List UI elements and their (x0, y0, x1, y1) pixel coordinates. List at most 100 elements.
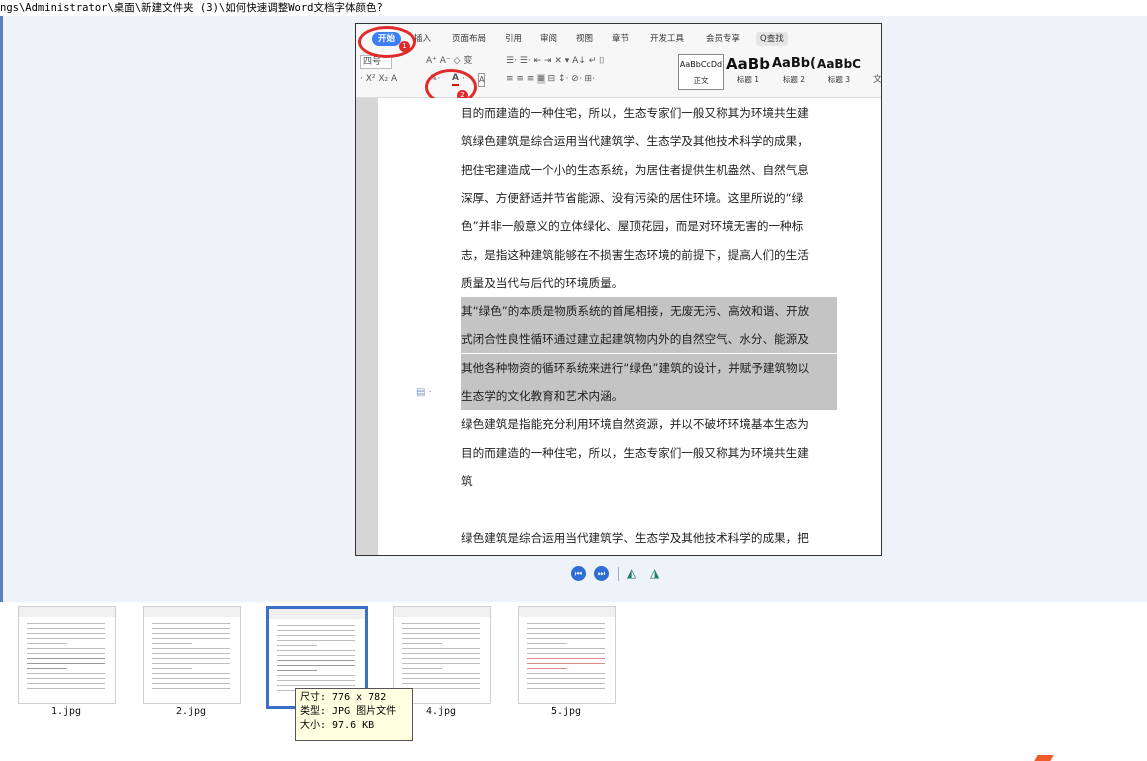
thumbnail-text-line (152, 638, 230, 639)
thumbnail-text-line (527, 658, 605, 659)
document-line: 绿色建筑是综合运用当代建筑学、生态学及其他技术科学的成果，把 (461, 530, 809, 545)
tooltip-filesize: 大小: 97.6 KB (300, 720, 375, 731)
thumbnail-text-line (152, 663, 230, 664)
thumbnail-text-line (402, 678, 480, 679)
thumbnail-text-line (277, 625, 355, 626)
thumbnail-text-line (152, 653, 230, 654)
file-path-bar: ngs\Administrator\桌面\新建文件夹 (3)\如何快速调整Wor… (0, 0, 1147, 16)
document-line: 质量及当代与后代的环境质量。 (461, 275, 624, 290)
file-info-tooltip: 尺寸: 776 x 782 类型: JPG 图片文件 大小: 97.6 KB (295, 688, 413, 741)
thumbnail-text-line (402, 643, 442, 644)
tab-view[interactable]: 视图 (576, 32, 593, 46)
tab-insert[interactable]: 插入 (414, 32, 431, 46)
thumbnail-text-line (277, 665, 355, 666)
thumbnail-text-line (402, 658, 480, 659)
superscript-icon[interactable]: · X² X₂ A (360, 73, 397, 85)
next-image-icon[interactable]: ⏭ (594, 566, 609, 581)
thumbnail-text-line (152, 683, 230, 684)
thumbnail-text-line (527, 668, 567, 669)
style-heading-3[interactable]: AaBbC 标题 3 (817, 54, 861, 88)
thumbnail-ribbon (269, 609, 365, 619)
tab-review[interactable]: 审阅 (540, 32, 557, 46)
thumbnail-text-line (527, 623, 605, 624)
thumbnail-label[interactable]: 1.jpg (18, 706, 114, 717)
thumbnail-text-line (27, 633, 105, 634)
style-heading-2[interactable]: AaBb( 标题 2 (772, 54, 816, 88)
style-heading-1[interactable]: AaBb 标题 1 (725, 54, 771, 88)
thumbnail-1[interactable] (18, 606, 116, 704)
thumbnail-text-line (277, 650, 355, 651)
thumbnail-text-line (27, 638, 105, 639)
thumbnail-ribbon (519, 607, 615, 617)
thumbnail-text-line (277, 670, 317, 671)
document-line: 筑绿色建筑是综合运用当代建筑学、生态学及其他技术科学的成果， (461, 134, 809, 149)
thumbnail-text-line (27, 673, 105, 674)
thumbnail-text-line (152, 668, 192, 669)
thumbnail-text-line (402, 648, 480, 649)
thumbnail-text-line (402, 663, 480, 664)
tab-layout[interactable]: 页面布局 (452, 32, 486, 46)
rotate-left-icon[interactable]: ◭ (627, 566, 636, 580)
thumbnail-text-line (527, 683, 605, 684)
tab-developer[interactable]: 开发工具 (650, 32, 684, 46)
document-line: 其他各种物资的循环系统来进行“绿色”建筑的设计，并赋予建筑物以 (461, 353, 837, 382)
paragraph-handle-icon[interactable]: ▤ · (416, 387, 432, 398)
thumbnail-text-line (27, 643, 67, 644)
document-line: 其“绿色”的本质是物质系统的首尾相接，无废无污、高效和谐、开放 (461, 297, 837, 326)
thumbnail-text-line (402, 688, 480, 689)
tab-references[interactable]: 引用 (505, 32, 522, 46)
thumbnail-text-line (527, 633, 605, 634)
style-normal[interactable]: AaBbCcDd 正文 (678, 54, 724, 90)
char-border-icon[interactable]: A (478, 73, 486, 87)
thumbnail-text-line (527, 643, 567, 644)
thumbnail-text-line (152, 633, 230, 634)
tooltip-size: 尺寸: 776 x 782 (300, 692, 387, 703)
thumbnail-text-line (152, 648, 230, 649)
tooltip-type: 类型: JPG 图片文件 (300, 706, 397, 717)
thumbnail-text-line (152, 673, 230, 674)
thumbnail-text-line (27, 668, 67, 669)
align-icons[interactable]: ≡ ≡ ≡ ≡ ⊟ ↕· ⊘· ⊞· (506, 73, 595, 85)
font-grow-icon[interactable]: A⁺ A⁻ ◇ 变 (426, 55, 472, 67)
document-line: 目的而建造的一种住宅，所以，生态专家们一般又称其为环境共生建 (461, 106, 809, 120)
thumbnail-text-line (152, 688, 230, 689)
more-styles-button[interactable]: 文 (873, 74, 881, 86)
thumbnail-label[interactable]: 2.jpg (143, 706, 239, 717)
thumbnail-text-line (402, 673, 480, 674)
thumbnail-text-line (527, 678, 605, 679)
list-icons[interactable]: ☰· ☰· ⇤ ⇥ ✕ ▾ A↓ ↵ ⌷ (506, 55, 605, 67)
thumbnail-label[interactable]: 5.jpg (518, 706, 614, 717)
thumbnail-text-line (527, 638, 605, 639)
thumbnail-text-line (27, 623, 105, 624)
thumbnail-text-line (527, 663, 605, 664)
thumbnail-text-line (27, 678, 105, 679)
page-margin (356, 98, 378, 555)
thumbnail-text-line (402, 633, 480, 634)
thumbnail-text-line (527, 648, 605, 649)
thumbnail-text-line (527, 628, 605, 629)
tab-member[interactable]: 会员专享 (706, 32, 740, 46)
thumbnail-text-line (152, 623, 230, 624)
thumbnail-5[interactable] (518, 606, 616, 704)
screenshot-image: 开始 插入 页面布局 引用 审阅 视图 章节 开发工具 会员专享 Q查找 四号 … (355, 23, 882, 556)
previous-image-icon[interactable]: ⏮ (571, 566, 586, 581)
thumbnail-text-line (527, 653, 605, 654)
thumbnail-ribbon (394, 607, 490, 617)
thumbnail-text-line (402, 653, 480, 654)
tab-section[interactable]: 章节 (612, 32, 629, 46)
thumbnail-text-line (277, 635, 355, 636)
search-button[interactable]: Q查找 (756, 32, 788, 46)
thumbnail-text-line (277, 680, 355, 681)
thumbnail-text-line (152, 678, 230, 679)
thumbnail-text-line (152, 628, 230, 629)
thumbnail-2[interactable] (143, 606, 241, 704)
thumbnail-text-line (402, 628, 480, 629)
thumbnail-text-line (27, 688, 105, 689)
style-gallery: AaBbCcDd 正文 AaBb 标题 1 AaBb( 标题 2 AaBbC 标… (678, 54, 862, 90)
thumbnail-text-line (277, 660, 355, 661)
rotate-right-icon[interactable]: ◮ (650, 566, 659, 580)
thumbnail-text-line (27, 683, 105, 684)
thumbnail-text-line (152, 658, 230, 659)
thumbnail-text-line (527, 688, 605, 689)
thumbnail-text-line (152, 643, 192, 644)
